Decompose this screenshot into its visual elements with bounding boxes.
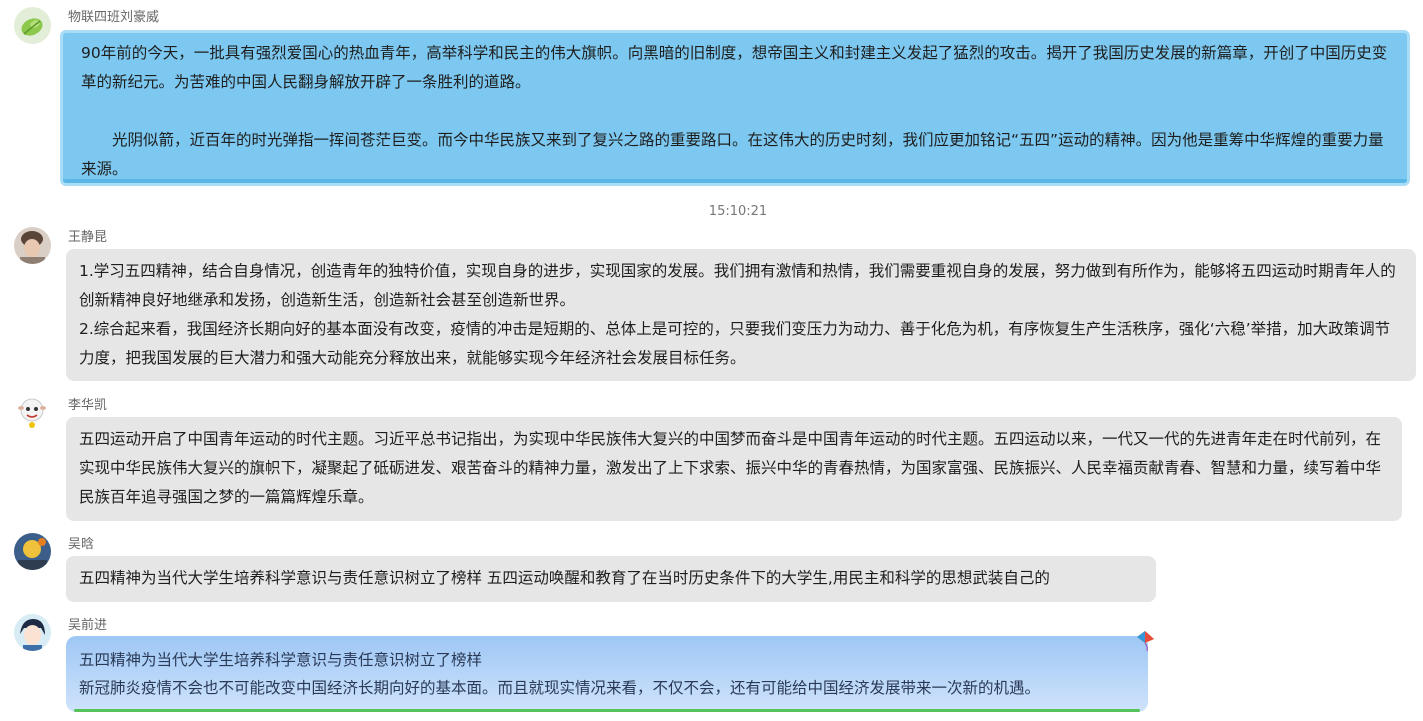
message-text: 新冠肺炎疫情不会也不可能改变中国经济长期向好的基本面。而且就现实情况来看，不仅不… (79, 679, 1041, 697)
photo-avatar-icon (14, 227, 51, 264)
avatar[interactable] (14, 533, 51, 570)
sender-name: 吴前进 (68, 618, 108, 633)
cartoon-sheep-avatar-icon (14, 394, 51, 431)
message-text: 五四精神为当代大学生培养科学意识与责任意识树立了榜样 五四运动唤醒和教育了在当时… (79, 569, 1050, 587)
message-bubble[interactable]: 五四精神为当代大学生培养科学意识与责任意识树立了榜样 五四运动唤醒和教育了在当时… (66, 556, 1156, 602)
message-text: 1.学习五四精神，结合自身情况，创造青年的独特价值，实现自身的进步，实现国家的发… (79, 262, 1396, 309)
kite-decoration-icon (1137, 631, 1154, 652)
message-text: 2.综合起来看，我国经济长期向好的基本面没有改变，疫情的冲击是短期的、总体上是可… (79, 320, 1391, 367)
message-bubble[interactable]: 1.学习五四精神，结合自身情况，创造青年的独特价值，实现自身的进步，实现国家的发… (66, 249, 1416, 381)
photo-avatar-icon (14, 533, 51, 570)
avatar[interactable] (14, 7, 51, 44)
message-text: 光阴似箭，近百年的时光弹指一挥间苍茫巨变。而今中华民族又来到了复兴之路的重要路口… (81, 131, 1384, 178)
message-text: 五四运动开启了中国青年运动的时代主题。习近平总书记指出，为实现中华民族伟大复兴的… (79, 430, 1382, 506)
sender-name: 王静昆 (68, 230, 108, 245)
green-leaf-avatar-icon (14, 7, 51, 44)
avatar[interactable] (14, 394, 51, 431)
timestamp: 15:10:21 (708, 204, 768, 219)
message-bubble[interactable]: 五四精神为当代大学生培养科学意识与责任意识树立了榜样 新冠肺炎疫情不会也不可能改… (66, 636, 1148, 712)
anime-avatar-icon (14, 614, 51, 651)
message-bubble[interactable]: 90年前的今天，一批具有强烈爱国心的热血青年，高举科学和民主的伟大旗帜。向黑暗的… (60, 30, 1410, 186)
sender-name: 物联四班刘豪威 (68, 10, 160, 25)
sender-name: 吴晗 (68, 537, 95, 552)
avatar[interactable] (14, 614, 51, 651)
message-text: 五四精神为当代大学生培养科学意识与责任意识树立了榜样 (79, 651, 483, 669)
message-bubble[interactable]: 五四运动开启了中国青年运动的时代主题。习近平总书记指出，为实现中华民族伟大复兴的… (66, 417, 1402, 521)
sender-name: 李华凯 (68, 398, 108, 413)
message-text: 90年前的今天，一批具有强烈爱国心的热血青年，高举科学和民主的伟大旗帜。向黑暗的… (81, 44, 1388, 91)
avatar[interactable] (14, 227, 51, 264)
